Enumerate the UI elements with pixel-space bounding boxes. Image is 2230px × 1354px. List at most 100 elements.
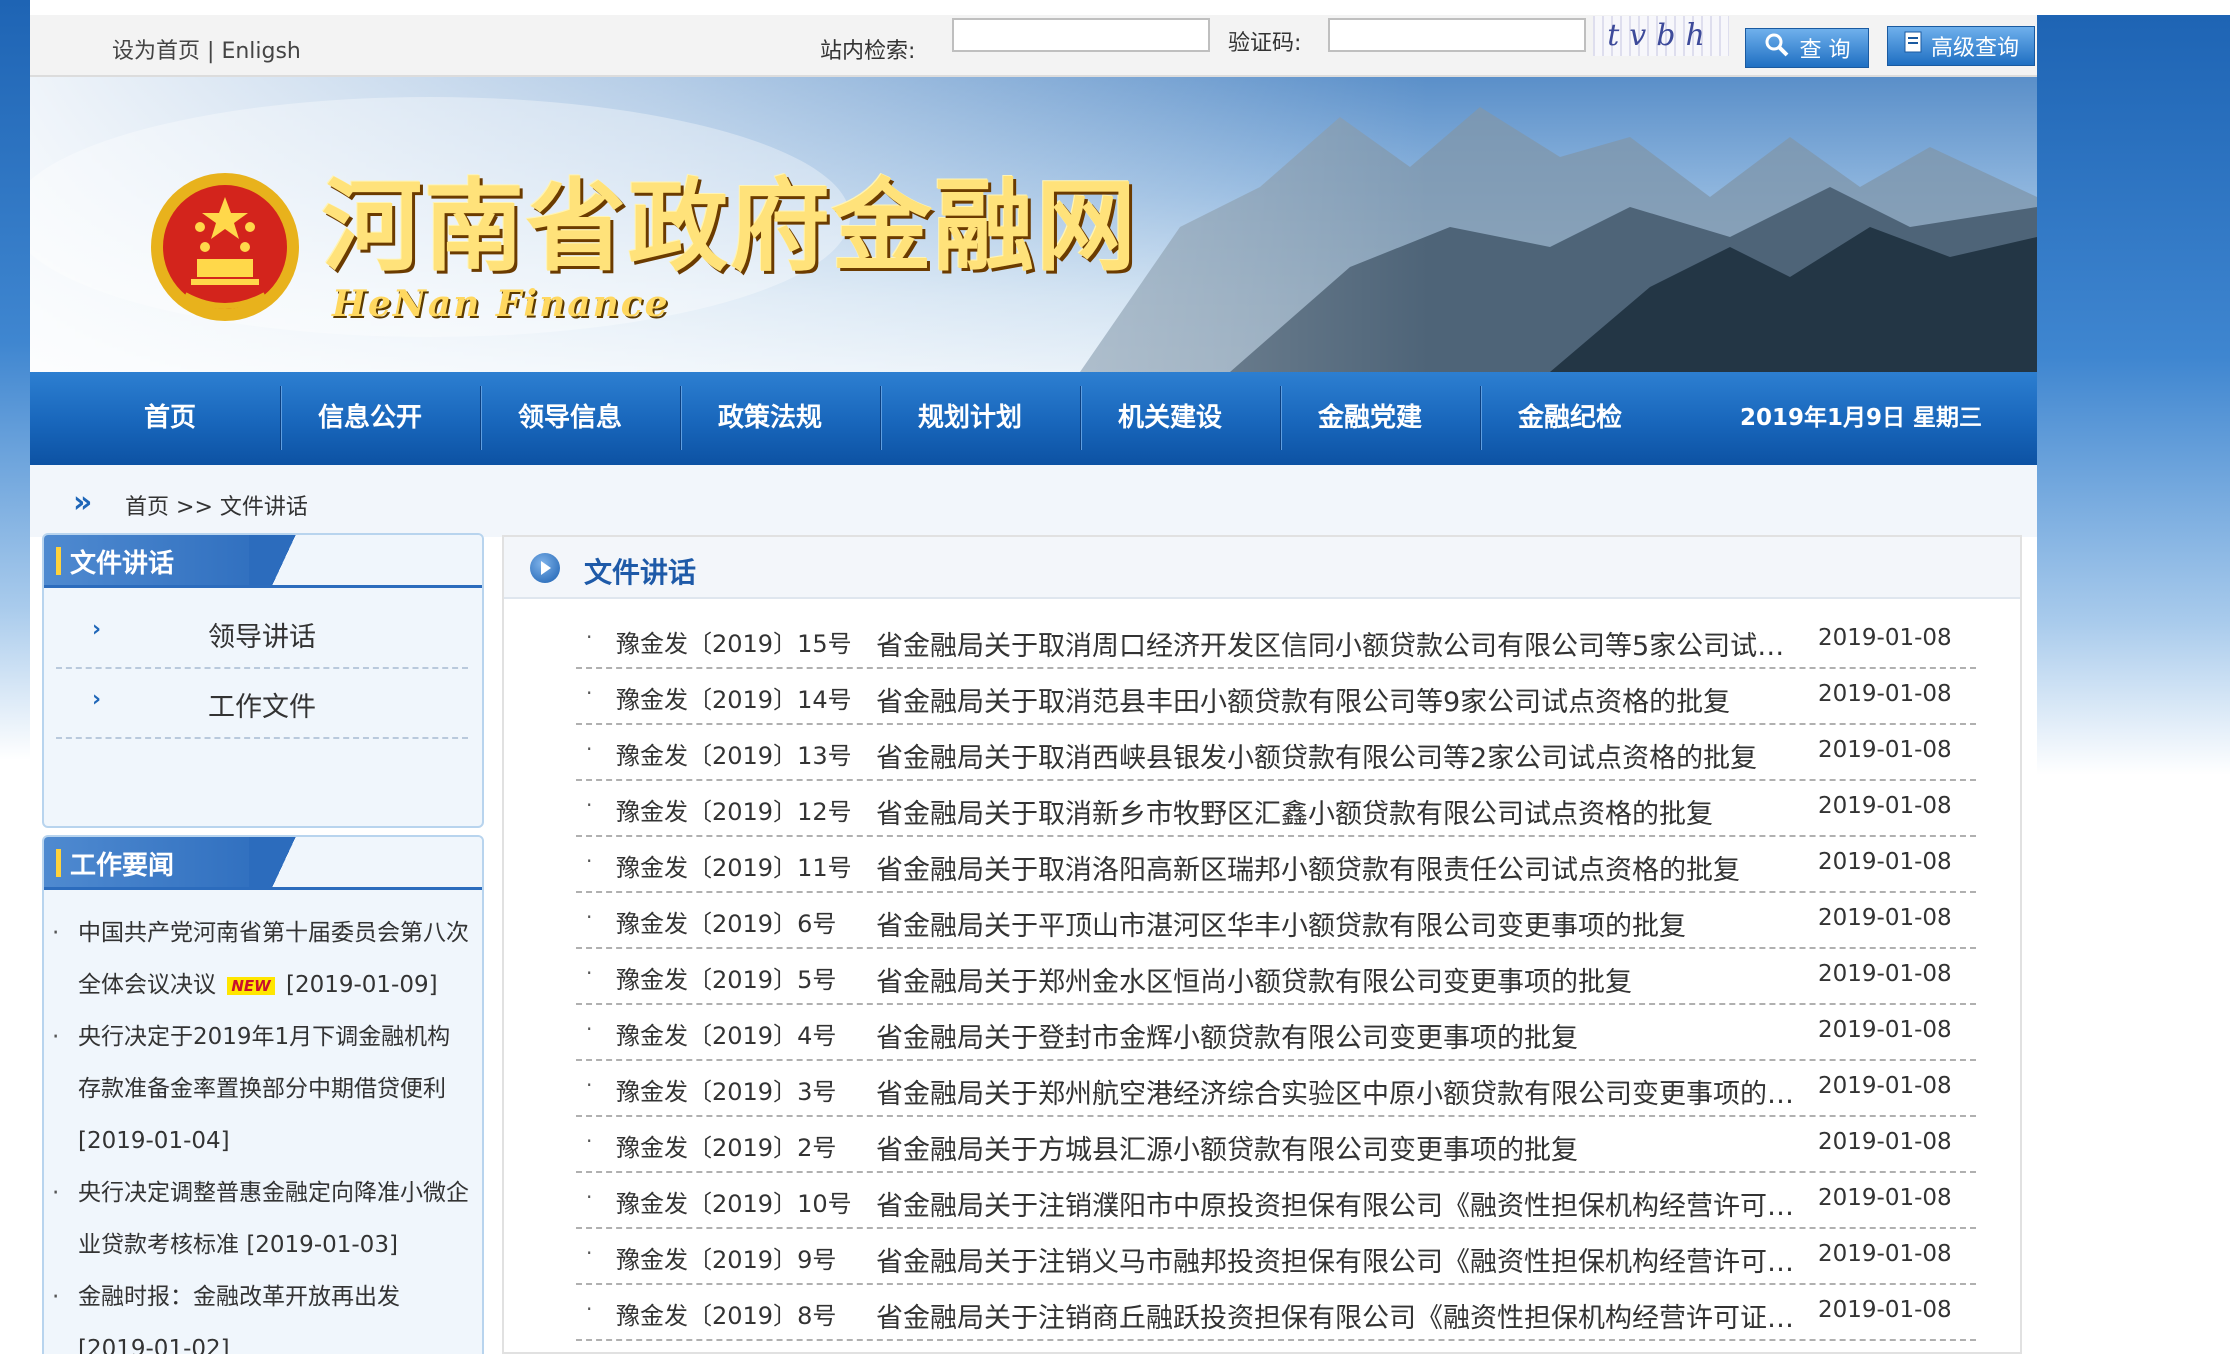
document-title[interactable]: 省金融局关于取消新乡市牧野区汇鑫小额贷款有限公司试点资格的批复 [876,792,1801,831]
nav-divider [1280,386,1281,450]
nav-divider [880,386,881,450]
news-item-date: [2019-01-03] [246,1232,398,1258]
document-title[interactable]: 省金融局关于注销商丘融跃投资担保有限公司《融资性担保机构经营许可证》的批复 [876,1296,1801,1335]
breadcrumb-path: 首页 >> 文件讲话 [125,489,308,521]
double-chevron-icon: » [73,485,93,520]
header-accent [56,849,61,877]
document-row[interactable]: · 豫金发〔2019〕9号 省金融局关于注销义马市融邦投资担保有限公司《融资性担… [576,1227,1976,1285]
document-date: 2019-01-08 [1818,793,1952,819]
search-input[interactable] [952,18,1210,52]
menu-item-work-documents[interactable]: › 工作文件 [56,667,468,739]
top-links: 设为首页 | Enligsh [112,33,301,65]
nav-organ-building[interactable]: 机关建设 [1100,372,1240,465]
captcha-input[interactable] [1328,18,1586,52]
document-date: 2019-01-08 [1818,737,1952,763]
advanced-search-button[interactable]: 高级查询 [1887,26,2035,66]
document-date: 2019-01-08 [1818,1241,1952,1267]
nav-home[interactable]: 首页 [100,372,240,465]
document-date: 2019-01-08 [1818,849,1952,875]
nav-info-disclosure[interactable]: 信息公开 [300,372,440,465]
page: 设为首页 | Enligsh 站内检索: 验证码: tvbh 查 询 高级查询 [30,15,2037,1354]
document-date: 2019-01-08 [1818,1297,1952,1323]
news-item-date: [2019-01-04] [78,1128,230,1154]
document-title[interactable]: 省金融局关于登封市金辉小额贷款有限公司变更事项的批复 [876,1016,1801,1055]
nav-policies[interactable]: 政策法规 [700,372,840,465]
news-item-text: 金融时报：金融改革开放再出发 [78,1284,400,1310]
document-row[interactable]: · 豫金发〔2019〕4号 省金融局关于登封市金辉小额贷款有限公司变更事项的批复… [576,1003,1976,1061]
document-code: 豫金发〔2019〕3号 [616,1078,837,1106]
document-title[interactable]: 省金融局关于取消西峡县银发小额贷款有限公司等2家公司试点资格的批复 [876,736,1801,775]
document-title[interactable]: 省金融局关于郑州航空港经济综合实验区中原小额贷款有限公司变更事项的批复 [876,1072,1801,1111]
document-code: 豫金发〔2019〕15号 [616,630,852,658]
national-emblem-icon [145,167,305,327]
banner: 河南省政府金融网 HeNan Finance [30,77,2037,372]
document-code: 豫金发〔2019〕5号 [616,966,837,994]
document-code: 豫金发〔2019〕9号 [616,1246,837,1274]
document-date: 2019-01-08 [1818,1185,1952,1211]
menu-item-label: 工作文件 [208,692,316,723]
document-row[interactable]: · 豫金发〔2019〕15号 省金融局关于取消周口经济开发区信同小额贷款公司有限… [576,611,1976,669]
document-row[interactable]: · 豫金发〔2019〕2号 省金融局关于方城县汇源小额贷款有限公司变更事项的批复… [576,1115,1976,1173]
document-title[interactable]: 省金融局关于取消洛阳高新区瑞邦小额贷款有限责任公司试点资格的批复 [876,848,1801,887]
document-row[interactable]: · 豫金发〔2019〕8号 省金融局关于注销商丘融跃投资担保有限公司《融资性担保… [576,1283,1976,1341]
query-button[interactable]: 查 询 [1745,28,1869,68]
document-row[interactable]: · 豫金发〔2019〕13号 省金融局关于取消西峡县银发小额贷款有限公司等2家公… [576,723,1976,781]
document-title[interactable]: 省金融局关于方城县汇源小额贷款有限公司变更事项的批复 [876,1128,1801,1167]
breadcrumb-separator: >> [176,495,213,520]
news-item[interactable]: · 央行决定调整普惠金融定向降准小微企业贷款考核标准 [2019-01-03] [52,1167,472,1271]
document-code: 豫金发〔2019〕12号 [616,798,852,826]
document-row[interactable]: · 豫金发〔2019〕5号 省金融局关于郑州金水区恒尚小额贷款有限公司变更事项的… [576,947,1976,1005]
nav-planning[interactable]: 规划计划 [900,372,1040,465]
category-menu-title: 文件讲话 [70,549,175,579]
news-item[interactable]: · 金融时报：金融改革开放再出发 [2019-01-02] [52,1271,472,1354]
link-separator: | [207,39,215,64]
header-underline [44,887,482,890]
document-code: 豫金发〔2019〕2号 [616,1134,837,1162]
document-title[interactable]: 省金融局关于郑州金水区恒尚小额贷款有限公司变更事项的批复 [876,960,1801,999]
work-news-title: 工作要闻 [70,851,175,881]
document-title[interactable]: 省金融局关于注销濮阳市中原投资担保有限公司《融资性担保机构经营许可证》的批复 [876,1184,1801,1223]
panel-header: 文件讲话 [504,537,2020,599]
document-date: 2019-01-08 [1818,905,1952,931]
document-row[interactable]: · 豫金发〔2019〕14号 省金融局关于取消范县丰田小额贷款有限公司等9家公司… [576,667,1976,725]
document-row[interactable]: · 豫金发〔2019〕3号 省金融局关于郑州航空港经济综合实验区中原小额贷款有限… [576,1059,1976,1117]
document-date: 2019-01-08 [1818,625,1952,651]
breadcrumb: » 首页 >> 文件讲话 [30,465,2037,537]
menu-item-label: 领导讲话 [208,622,316,653]
nav-party-building[interactable]: 金融党建 [1300,372,1440,465]
search-icon [1764,32,1790,64]
document-code: 豫金发〔2019〕14号 [616,686,852,714]
document-code: 豫金发〔2019〕11号 [616,854,852,882]
document-title[interactable]: 省金融局关于注销义马市融邦投资担保有限公司《融资性担保机构经营许可证》的批复 [876,1240,1801,1279]
menu-item-leader-speech[interactable]: › 领导讲话 [56,597,468,669]
breadcrumb-current: 文件讲话 [219,495,308,520]
left-background [0,0,30,760]
document-title[interactable]: 省金融局关于取消周口经济开发区信同小额贷款公司有限公司等5家公司试点资格的批复 [876,624,1801,663]
document-title[interactable]: 省金融局关于平顶山市湛河区华丰小额贷款有限公司变更事项的批复 [876,904,1801,943]
breadcrumb-home[interactable]: 首页 [125,495,169,520]
header-underline [44,585,482,588]
search-label: 站内检索: [820,39,916,64]
document-row[interactable]: · 豫金发〔2019〕11号 省金融局关于取消洛阳高新区瑞邦小额贷款有限责任公司… [576,835,1976,893]
english-link[interactable]: Enligsh [221,39,300,64]
news-item-date: [2019-01-02] [78,1336,230,1354]
nav-discipline[interactable]: 金融纪检 [1500,372,1640,465]
advanced-search-label: 高级查询 [1930,36,2019,61]
panel-title: 文件讲话 [584,556,697,589]
category-menu: 文件讲话 › 领导讲话 › 工作文件 [42,533,484,828]
header-accent [56,547,61,575]
document-date: 2019-01-08 [1818,1073,1952,1099]
captcha-label: 验证码: [1228,31,1302,56]
news-item[interactable]: · 央行决定于2019年1月下调金融机构存款准备金率置换部分中期借贷便利 [20… [52,1011,472,1167]
nav-divider [1480,386,1481,450]
document-row[interactable]: · 豫金发〔2019〕12号 省金融局关于取消新乡市牧野区汇鑫小额贷款有限公司试… [576,779,1976,837]
document-row[interactable]: · 豫金发〔2019〕10号 省金融局关于注销濮阳市中原投资担保有限公司《融资性… [576,1171,1976,1229]
nav-leader-info[interactable]: 领导信息 [500,372,640,465]
document-row[interactable]: · 豫金发〔2019〕6号 省金融局关于平顶山市湛河区华丰小额贷款有限公司变更事… [576,891,1976,949]
set-home-link[interactable]: 设为首页 [112,39,200,64]
site-title: 河南省政府金融网 [322,167,1138,285]
current-date: 2019年1月9日 星期三 [1740,405,1983,431]
document-title[interactable]: 省金融局关于取消范县丰田小额贷款有限公司等9家公司试点资格的批复 [876,680,1801,719]
captcha-image[interactable]: tvbh [1593,16,1729,56]
news-item[interactable]: · 中国共产党河南省第十届委员会第八次全体会议决议 NEW [2019-01-0… [52,907,472,1011]
